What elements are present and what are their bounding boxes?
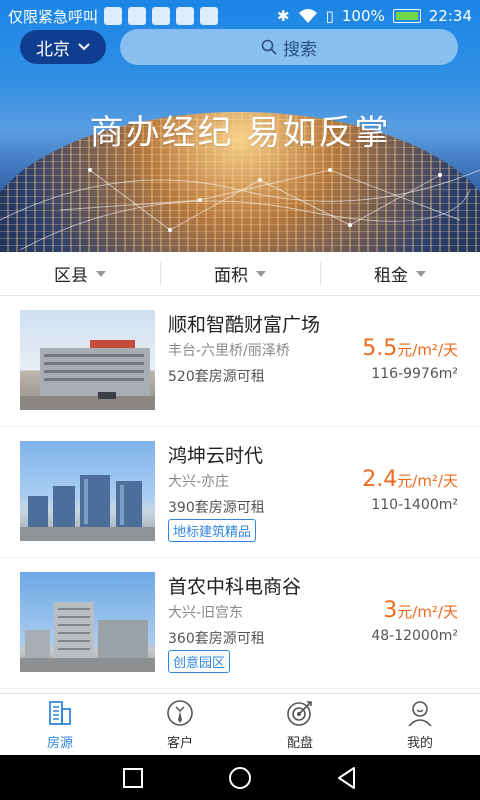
chevron-down-icon	[78, 43, 90, 51]
profile-icon	[408, 701, 432, 727]
battery-icon	[392, 9, 421, 23]
system-navigation-bar	[0, 755, 480, 800]
price-value: 3	[383, 598, 398, 623]
listing-list: 顺和智酷财富广场 丰台-六里桥/丽泽桥 520套房源可租 5.5元/m²/天 1…	[0, 296, 480, 689]
listing-price: 3元/m²/天	[383, 598, 458, 623]
listing-size-range: 48-12000m²	[371, 628, 458, 644]
listing-name: 首农中科电商谷	[168, 576, 302, 598]
listing-available-count: 360套房源可租	[168, 631, 265, 647]
price-unit: 元/m²/天	[397, 341, 458, 359]
target-icon	[287, 701, 312, 726]
listing-tag: 创意园区	[168, 650, 231, 673]
listing-item[interactable]: 首农中科电商谷 大兴-旧宫东 360套房源可租 创意园区 3元/m²/天 48-…	[0, 558, 480, 689]
bluetooth-icon: ✱	[277, 7, 290, 25]
search-placeholder: 搜索	[283, 39, 317, 60]
search-icon	[261, 39, 277, 55]
network-lines-decoration	[0, 168, 480, 250]
battery-percent: 100%	[341, 7, 385, 25]
filter-bar: 区县 面积 租金	[0, 252, 480, 296]
listing-size-range: 116-9976m²	[371, 366, 458, 382]
filter-label: 区县	[54, 266, 88, 286]
filter-district[interactable]: 区县	[0, 252, 160, 295]
listing-price: 2.4元/m²/天	[362, 467, 458, 492]
tab-profile[interactable]: 我的	[360, 694, 480, 755]
city-label: 北京	[36, 39, 70, 60]
search-input[interactable]: 搜索	[120, 29, 458, 65]
listing-name: 顺和智酷财富广场	[168, 314, 321, 336]
building-photo	[20, 310, 155, 410]
usb-notification-icon	[200, 7, 219, 25]
clock: 22:34	[428, 7, 472, 25]
banner-slogan: 商办经纪 易如反掌	[89, 113, 391, 153]
building-photo	[20, 572, 155, 672]
baidu-notification-icon	[128, 7, 147, 25]
listing-name: 鸿坤云时代	[168, 445, 264, 467]
tab-label: 房源	[46, 736, 73, 751]
filter-label: 面积	[214, 266, 248, 286]
building-icon	[49, 701, 71, 725]
tab-customers[interactable]: 客户	[120, 694, 240, 755]
dropdown-arrow-icon	[416, 270, 426, 277]
download-notification-icon	[176, 7, 195, 25]
tab-label: 配盘	[286, 736, 313, 751]
listing-district: 丰台-六里桥/丽泽桥	[168, 343, 290, 359]
listing-available-count: 520套房源可租	[168, 369, 265, 385]
recent-apps-icon[interactable]	[120, 765, 146, 791]
price-unit: 元/m²/天	[397, 603, 458, 621]
city-selector[interactable]: 北京	[20, 30, 106, 64]
tab-listings[interactable]: 房源	[0, 694, 120, 755]
dropdown-arrow-icon	[256, 270, 266, 277]
listing-tag: 地标建筑精品	[168, 519, 257, 542]
filter-rent[interactable]: 租金	[320, 252, 480, 295]
app-notification-icon	[104, 7, 123, 25]
home-icon[interactable]	[227, 765, 253, 791]
listing-district: 大兴-亦庄	[168, 474, 230, 490]
listing-available-count: 390套房源可租	[168, 500, 265, 516]
building-photo	[20, 441, 155, 541]
filter-label: 租金	[374, 266, 408, 286]
status-bar: 仅限紧急呼叫 ✱ ▯ 100% 22:34	[0, 0, 480, 32]
listing-size-range: 110-1400m²	[371, 497, 458, 513]
wifi-icon	[298, 9, 317, 23]
dropdown-arrow-icon	[96, 270, 106, 277]
tab-matching[interactable]: 配盘	[240, 694, 360, 755]
filter-area[interactable]: 面积	[160, 252, 320, 295]
bottom-tab-bar: 房源 客户 配盘 我的	[0, 693, 480, 755]
listing-item[interactable]: 鸿坤云时代 大兴-亦庄 390套房源可租 地标建筑精品 2.4元/m²/天 11…	[0, 427, 480, 558]
hero-banner: 仅限紧急呼叫 ✱ ▯ 100% 22:34 北京 搜索 商办经纪 易如反掌	[0, 0, 480, 252]
price-value: 2.4	[362, 467, 398, 492]
sim-icon: ▯	[325, 7, 334, 25]
price-unit: 元/m²/天	[397, 472, 458, 490]
customer-icon	[167, 700, 193, 726]
listing-price: 5.5元/m²/天	[362, 336, 458, 361]
tab-label: 我的	[406, 736, 433, 751]
back-icon[interactable]	[334, 765, 360, 791]
listing-district: 大兴-旧宫东	[168, 605, 244, 621]
carrier-text: 仅限紧急呼叫	[8, 7, 99, 26]
listing-item[interactable]: 顺和智酷财富广场 丰台-六里桥/丽泽桥 520套房源可租 5.5元/m²/天 1…	[0, 296, 480, 427]
price-value: 5.5	[362, 336, 398, 361]
tab-label: 客户	[166, 736, 193, 751]
message-notification-icon	[152, 7, 171, 25]
